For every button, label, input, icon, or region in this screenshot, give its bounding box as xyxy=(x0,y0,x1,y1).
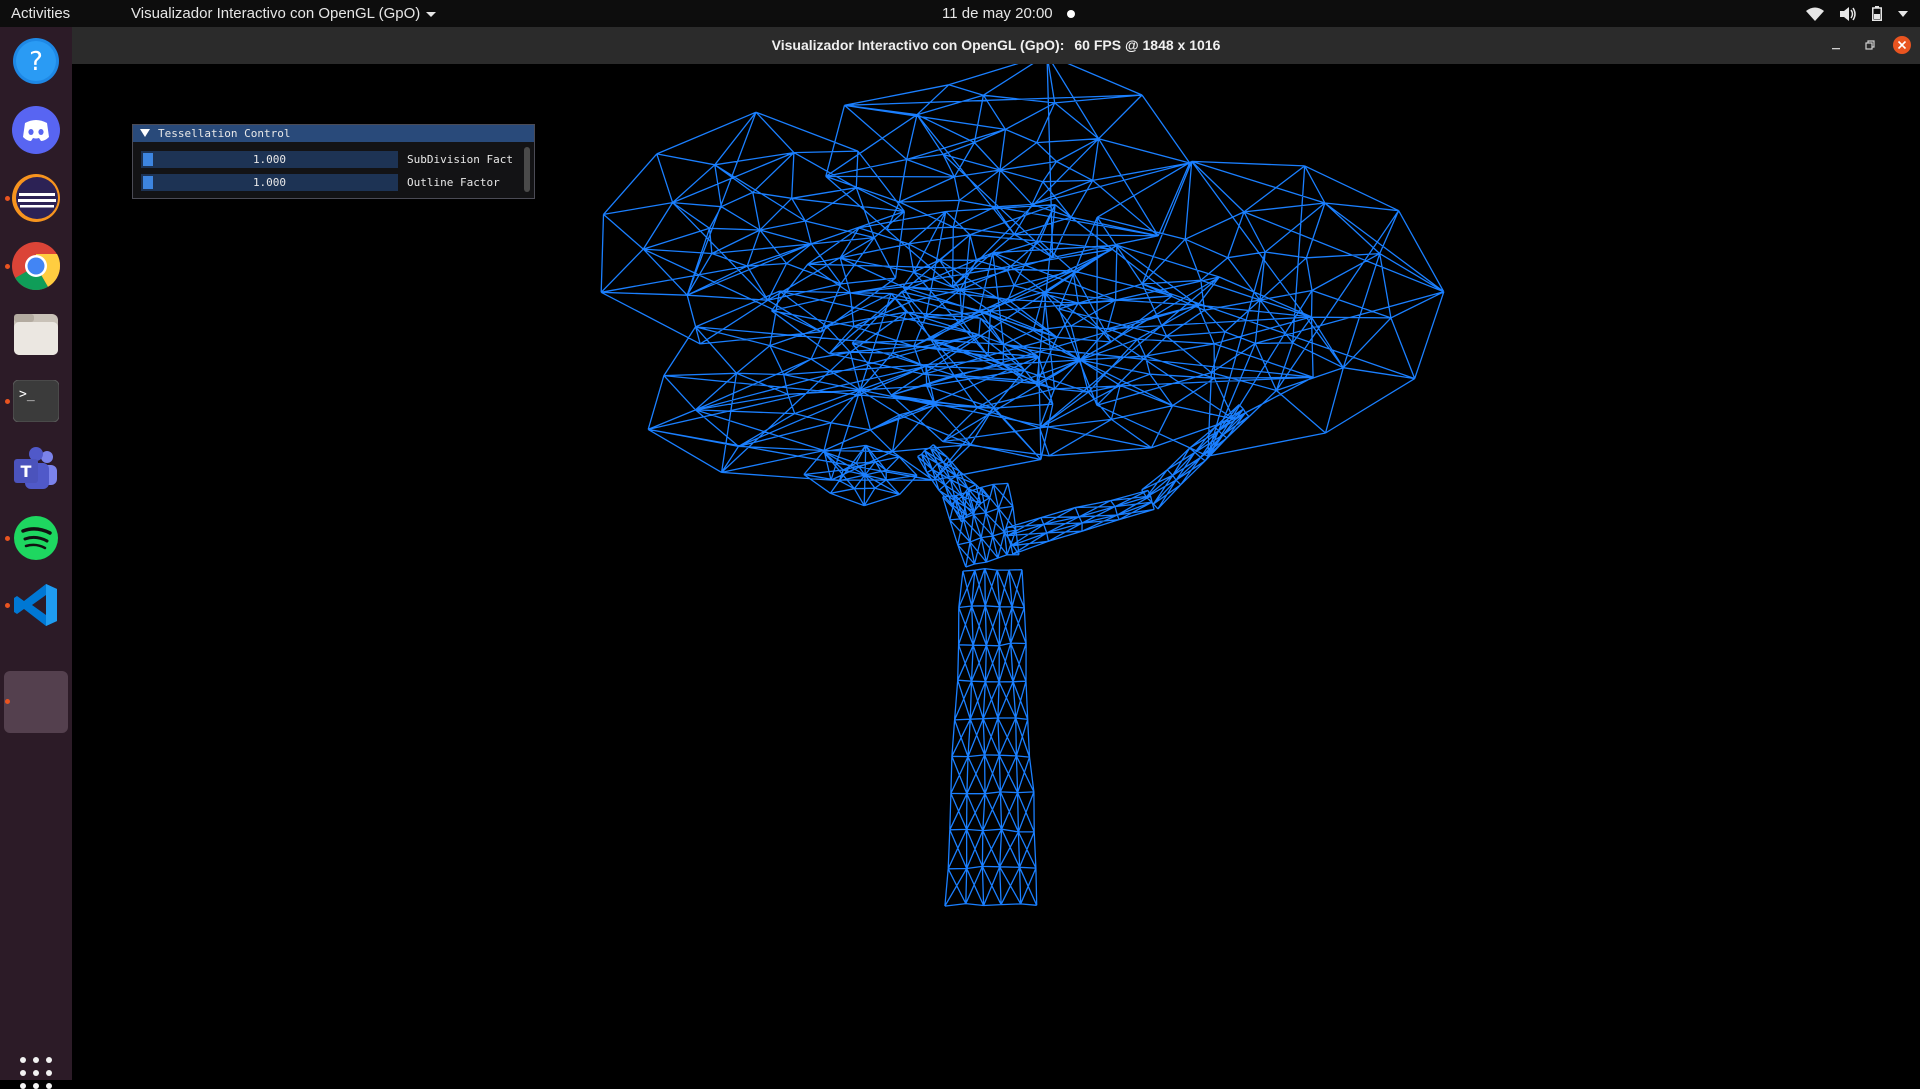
top-bar: Activities Visualizador Interactivo con … xyxy=(0,0,1920,27)
maximize-button[interactable] xyxy=(1861,36,1879,54)
discord-icon xyxy=(12,106,60,154)
chrome-icon xyxy=(12,242,61,291)
clock[interactable]: 11 de may 20:00 xyxy=(942,0,1075,27)
slider-label: Outline Factor xyxy=(407,176,500,189)
app-menu[interactable]: Visualizador Interactivo con OpenGL (GpO… xyxy=(131,0,437,27)
wireframe-tree xyxy=(600,64,1445,907)
slider-value: 1.000 xyxy=(252,176,287,189)
app-menu-label: Visualizador Interactivo con OpenGL (GpO… xyxy=(131,5,421,22)
vscode-icon xyxy=(14,584,57,626)
eclipse-icon xyxy=(12,174,60,222)
running-indicator-icon xyxy=(5,399,10,404)
dock-teams[interactable]: T xyxy=(9,442,63,496)
svg-text:?: ? xyxy=(29,47,43,77)
restore-icon xyxy=(1865,40,1875,50)
collapse-arrow-icon[interactable] xyxy=(140,129,150,137)
minimize-icon xyxy=(1832,48,1840,50)
window-title: Visualizador Interactivo con OpenGL (GpO… xyxy=(72,27,1920,64)
slider-value: 1.000 xyxy=(252,153,287,166)
running-indicator-icon xyxy=(5,603,10,608)
dock-eclipse[interactable] xyxy=(5,171,63,225)
apps-grid-icon[interactable] xyxy=(20,1057,52,1089)
dock-files[interactable] xyxy=(9,307,63,361)
close-icon xyxy=(1897,40,1907,50)
dock: ? >_ T xyxy=(0,27,72,1089)
opengl-viewport[interactable] xyxy=(72,64,1920,1080)
imgui-panel[interactable]: Tessellation Control 1.000 SubDivision F… xyxy=(132,124,535,199)
window-title-stats: 60 FPS @ 1848 x 1016 xyxy=(1074,37,1221,53)
activities-button[interactable]: Activities xyxy=(11,0,70,27)
outline-factor-slider[interactable]: 1.000 Outline Factor xyxy=(141,174,521,191)
imgui-panel-title: Tessellation Control xyxy=(158,127,291,140)
svg-text:T: T xyxy=(21,462,32,481)
volume-icon xyxy=(1840,6,1856,21)
help-icon: ? xyxy=(13,38,59,84)
running-indicator-icon xyxy=(5,196,10,201)
subdivision-factor-slider[interactable]: 1.000 SubDivision Fact xyxy=(141,151,521,168)
dock-opengl-app[interactable] xyxy=(4,671,68,733)
dock-vscode[interactable] xyxy=(5,578,63,632)
teams-icon: T xyxy=(14,447,57,489)
slider-track[interactable]: 1.000 xyxy=(141,174,398,191)
dock-terminal[interactable]: >_ xyxy=(5,374,63,428)
imgui-scrollbar[interactable] xyxy=(524,147,530,192)
terminal-icon: >_ xyxy=(13,380,59,422)
notification-dot-icon xyxy=(1066,10,1075,19)
wifi-icon xyxy=(1806,7,1824,21)
close-button[interactable] xyxy=(1893,36,1911,54)
spotify-icon xyxy=(14,516,58,560)
running-indicator-icon xyxy=(5,699,10,704)
running-indicator-icon xyxy=(5,536,10,541)
chevron-down-icon xyxy=(1898,10,1908,17)
dock-spotify[interactable] xyxy=(5,511,63,565)
running-indicator-icon xyxy=(5,264,10,269)
system-tray[interactable] xyxy=(1806,0,1908,27)
minimize-button[interactable] xyxy=(1827,36,1845,54)
chevron-down-icon xyxy=(426,11,437,17)
window-title-app: Visualizador Interactivo con OpenGL (GpO… xyxy=(771,37,1065,53)
imgui-panel-header[interactable]: Tessellation Control xyxy=(133,125,534,142)
slider-label: SubDivision Fact xyxy=(407,153,513,166)
svg-text:>_: >_ xyxy=(19,387,35,402)
dock-chrome[interactable] xyxy=(5,239,63,293)
window-titlebar[interactable]: Visualizador Interactivo con OpenGL (GpO… xyxy=(72,27,1920,65)
dock-help[interactable]: ? xyxy=(9,34,63,88)
battery-icon xyxy=(1872,6,1882,21)
clock-label: 11 de may 20:00 xyxy=(942,5,1053,22)
files-icon xyxy=(14,314,58,355)
dock-discord[interactable] xyxy=(9,103,63,157)
slider-track[interactable]: 1.000 xyxy=(141,151,398,168)
